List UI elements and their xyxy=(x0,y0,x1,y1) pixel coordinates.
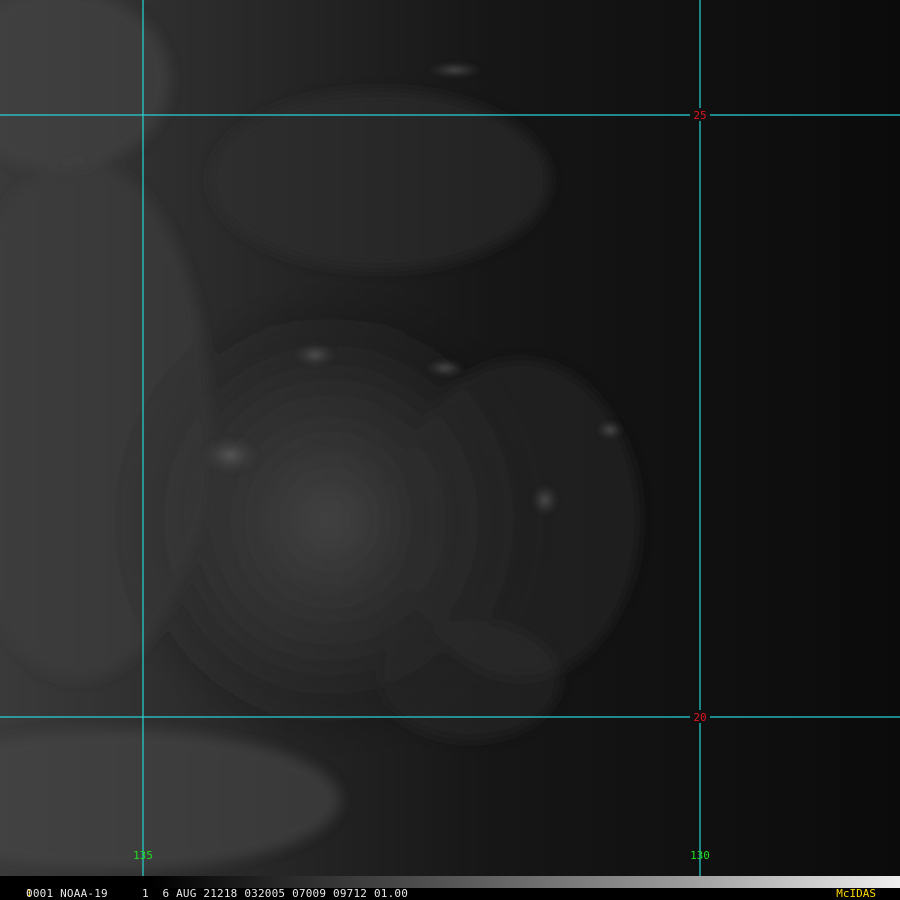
satellite-image: 25 20 135 130 xyxy=(0,0,900,900)
image-caption-bar: 1 0001 NOAA-19 1 6 AUG 21218 032005 0700… xyxy=(0,876,900,900)
mcidas-brand: McIDAS xyxy=(836,887,876,900)
lon-label-130: 130 xyxy=(690,849,710,862)
lat-label-25: 25 xyxy=(693,109,706,122)
lon-label-135: 135 xyxy=(133,849,153,862)
lat-label-20: 20 xyxy=(693,711,706,724)
image-caption: 0001 NOAA-19 1 6 AUG 21218 032005 07009 … xyxy=(26,887,409,900)
